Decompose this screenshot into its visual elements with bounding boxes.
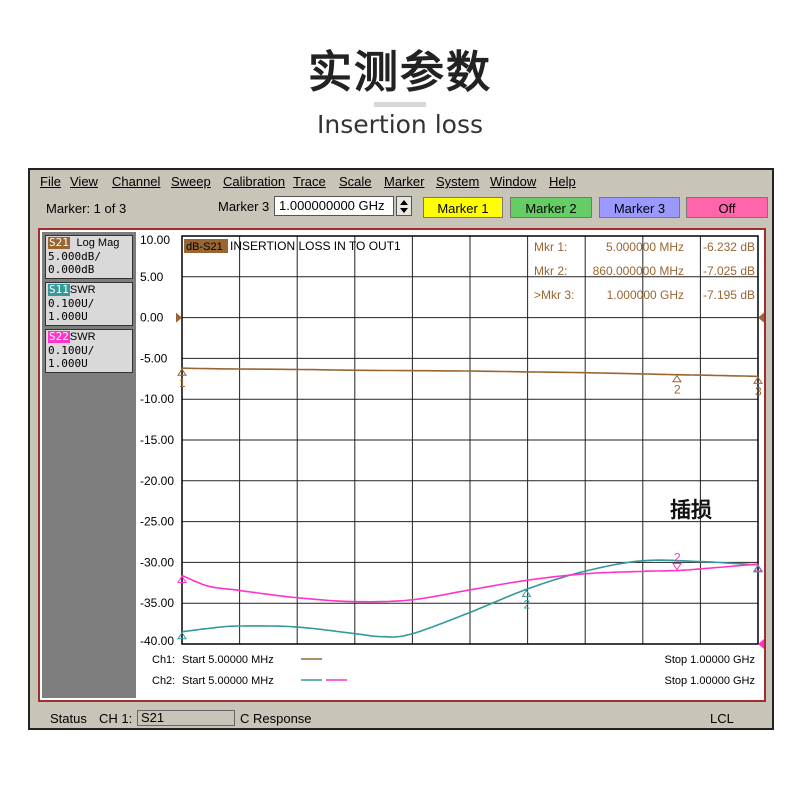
status-mode: C Response — [240, 711, 312, 726]
reference-marker-right-icon — [758, 312, 764, 323]
spin-up-icon[interactable] — [400, 200, 408, 205]
page-subtitle: Insertion loss — [316, 110, 484, 139]
spin-down-icon[interactable] — [400, 208, 408, 213]
marker-1-button[interactable]: Marker 1 — [423, 197, 503, 218]
marker-readout-frequency: 1.000000 GHz — [607, 288, 684, 302]
menu-view[interactable]: View — [70, 174, 98, 189]
trace-ref: 0.000dB — [48, 263, 95, 276]
plot-trace-tag: dB-S21 — [186, 241, 223, 253]
trace-chip-s21[interactable]: S21 Log Mag 5.000dB/ 0.000dB — [45, 235, 133, 279]
vna-window: File View Channel Sweep Calibration Trac… — [28, 168, 774, 730]
analyzer-display: S21 Log Mag 5.000dB/ 0.000dB S11SWR 0.10… — [38, 228, 766, 702]
trace-tag: S21 — [48, 236, 70, 249]
trace-scale: 0.100U/ — [48, 344, 95, 357]
page-title: 实测参数 — [308, 47, 492, 98]
y-tick-label: -40.00 — [140, 634, 174, 648]
status-measurement-field: S21 — [137, 710, 235, 726]
ch1-stop: Stop 1.00000 GHz — [664, 654, 755, 666]
status-label: Status — [50, 711, 87, 726]
status-bar: Status CH 1: S21 C Response LCL — [30, 708, 772, 730]
ch2-marker-2-icon-label: 2 — [674, 551, 681, 565]
trace-type: Log Mag — [76, 237, 120, 249]
marker-3-icon-label: 3 — [755, 384, 762, 398]
marker-2-icon-label: 2 — [674, 383, 681, 397]
marker-readout-label: Mkr 2: — [534, 264, 567, 278]
trace-type: SWR — [69, 284, 96, 296]
trace-tag: S22 — [48, 330, 70, 343]
marker-readout-frequency: 860.000000 MHz — [593, 264, 684, 278]
plot-title: INSERTION LOSS IN TO OUT1 — [230, 239, 401, 253]
menu-marker[interactable]: Marker — [384, 174, 424, 189]
y-tick-label: 5.00 — [140, 270, 164, 284]
marker-1-icon-label: 1 — [179, 376, 186, 390]
marker-2-button[interactable]: Marker 2 — [510, 197, 592, 218]
y-tick-label: 0.00 — [140, 311, 164, 325]
trace-ref: 1.000U — [48, 357, 88, 370]
marker-readout-label: >Mkr 3: — [534, 288, 574, 302]
menu-channel[interactable]: Channel — [112, 174, 160, 189]
marker-readout-value: -7.195 dB — [703, 288, 755, 302]
marker-readout-value: -6.232 dB — [703, 240, 755, 254]
trace-scale: 0.100U/ — [48, 297, 95, 310]
trace-type: SWR — [69, 331, 96, 343]
y-tick-label: 10.00 — [140, 233, 170, 247]
menubar: File View Channel Sweep Calibration Trac… — [30, 170, 772, 192]
ch2-stop: Stop 1.00000 GHz — [664, 675, 755, 687]
trace-tag: S11 — [48, 283, 70, 296]
y-tick-label: -5.00 — [140, 351, 168, 365]
trace-chip-s11[interactable]: S11SWR 0.100U/ 1.000U — [45, 282, 133, 326]
menu-help[interactable]: Help — [549, 174, 576, 189]
status-lcl: LCL — [710, 711, 734, 726]
y-tick-label: -10.00 — [140, 392, 174, 406]
marker-frequency-input[interactable]: 1.000000000 GHz — [274, 196, 394, 216]
ch2-start: Start 5.00000 MHz — [182, 675, 274, 687]
trace-panel: S21 Log Mag 5.000dB/ 0.000dB S11SWR 0.10… — [42, 232, 136, 698]
s11-marker-2-icon-label: 2 — [523, 597, 530, 611]
menu-file[interactable]: File — [40, 174, 61, 189]
reference-marker-ch2-icon — [758, 639, 764, 649]
insertion-loss-annotation: 插损 — [670, 498, 712, 522]
y-tick-label: -25.00 — [140, 515, 174, 529]
trace-scale: 5.000dB/ — [48, 250, 101, 263]
reference-marker-left-icon — [176, 312, 182, 323]
marker-2-icon — [672, 374, 682, 383]
y-tick-label: -20.00 — [140, 474, 174, 488]
status-channel: CH 1: — [99, 711, 133, 726]
marker-3-button[interactable]: Marker 3 — [599, 197, 680, 218]
s11-marker-2-icon — [521, 589, 532, 597]
menu-sweep[interactable]: Sweep — [171, 174, 211, 189]
menu-window[interactable]: Window — [490, 174, 536, 189]
trace-chip-s22[interactable]: S22SWR 0.100U/ 1.000U — [45, 329, 133, 373]
marker-readout-label: Mkr 1: — [534, 240, 567, 254]
title-divider — [374, 102, 426, 107]
marker-readout-frequency: 5.000000 MHz — [606, 240, 684, 254]
menu-scale[interactable]: Scale — [339, 174, 372, 189]
trace-plot: 10.00 5.00 0.00 -5.00 -10.00 -15.00 -20.00 -25.… — [140, 233, 764, 687]
y-tick-label: -30.00 — [140, 555, 174, 569]
marker-off-button[interactable]: Off — [686, 197, 768, 218]
y-tick-label: -35.00 — [140, 596, 174, 610]
marker-toolbar: Marker: 1 of 3 Marker 3 1.000000000 GHz … — [30, 192, 772, 222]
ch1-label: Ch1: — [152, 654, 175, 666]
marker-count-label: Marker: 1 of 3 — [46, 201, 127, 216]
ch1-start: Start 5.00000 MHz — [182, 654, 274, 666]
marker-readout-value: -7.025 dB — [703, 264, 755, 278]
y-tick-label: -15.00 — [140, 433, 174, 447]
trace-ref: 1.000U — [48, 310, 88, 323]
menu-calibration[interactable]: Calibration — [223, 174, 285, 189]
marker-select-label: Marker 3 — [218, 199, 270, 214]
menu-trace[interactable]: Trace — [293, 174, 326, 189]
menu-system[interactable]: System — [436, 174, 479, 189]
ch2-label: Ch2: — [152, 675, 175, 687]
marker-spinner[interactable] — [396, 196, 412, 216]
